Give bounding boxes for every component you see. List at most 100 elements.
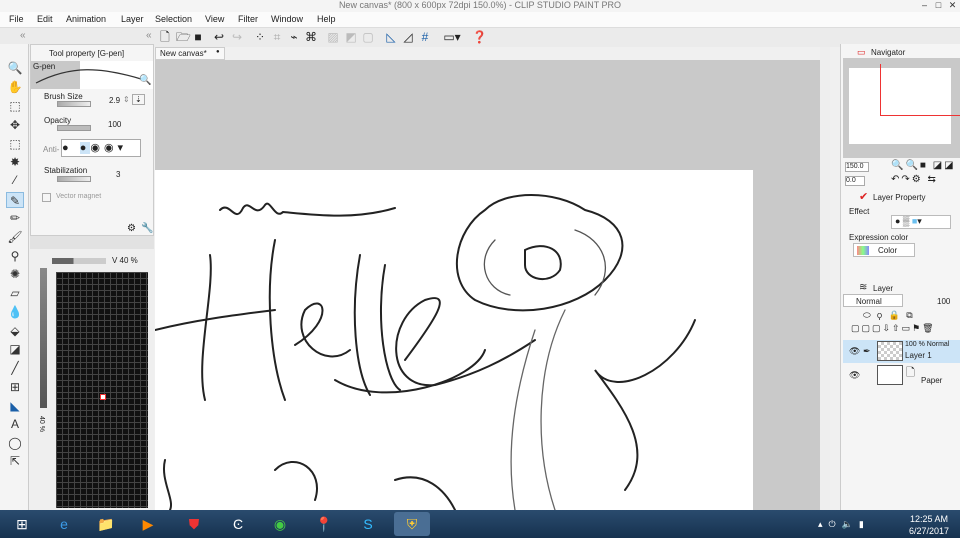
airbrush-icon[interactable]: ⚲ xyxy=(6,248,24,264)
value-slider[interactable] xyxy=(52,258,106,264)
pen-tool-icon[interactable]: ✎ xyxy=(6,192,24,208)
disabled-tool-icon-2[interactable]: ◩ xyxy=(344,30,358,44)
tab-navigator[interactable]: Navigator xyxy=(871,48,905,57)
clock-date[interactable]: 6/27/2017 xyxy=(904,526,954,536)
menu-help[interactable]: Help xyxy=(317,14,336,24)
disabled-tool-icon-3[interactable]: ▢ xyxy=(361,30,375,44)
frame-icon[interactable]: ⊞ xyxy=(6,379,24,395)
stabilization-value[interactable]: 3 xyxy=(116,170,120,179)
save-icon[interactable]: ■ xyxy=(191,30,205,44)
open-file-icon[interactable]: 🗁 xyxy=(176,30,191,44)
vector-magnet-checkbox[interactable] xyxy=(42,193,51,202)
ruler-snap-icon[interactable]: ◺ xyxy=(384,30,398,44)
menu-edit[interactable]: Edit xyxy=(37,14,53,24)
zoom-field[interactable]: 150.0 xyxy=(845,162,869,172)
internet-explorer-icon[interactable]: e xyxy=(46,512,82,536)
help-icon[interactable]: ❓ xyxy=(472,30,487,44)
layer-opacity-value[interactable]: 100 xyxy=(937,297,950,306)
collapse-panel-icon[interactable]: « xyxy=(146,30,152,41)
vertical-scrollbar[interactable] xyxy=(820,47,830,510)
brush-size-slider[interactable] xyxy=(57,101,91,107)
rotation-field[interactable]: 0.0 xyxy=(845,176,865,186)
decoration-icon[interactable]: ✺ xyxy=(6,266,24,282)
viewport-frame[interactable] xyxy=(880,64,960,116)
menu-selection[interactable]: Selection xyxy=(155,14,192,24)
anti-aliasing-selector[interactable]: ● ●◉◉▾ xyxy=(61,139,141,157)
maximize-button[interactable]: □ xyxy=(932,0,945,11)
selection-tool-icon[interactable]: ⬚ xyxy=(6,136,24,152)
skype-icon[interactable]: S xyxy=(350,512,386,536)
text-tool-icon[interactable]: A xyxy=(6,416,24,432)
color-grid[interactable] xyxy=(56,272,148,508)
menu-animation[interactable]: Animation xyxy=(66,14,106,24)
start-button[interactable]: ⊞ xyxy=(4,512,40,536)
menu-file[interactable]: File xyxy=(9,14,24,24)
disabled-tool-icon[interactable]: ▨ xyxy=(326,30,340,44)
layer-row[interactable]: 👁 🗋 Paper xyxy=(843,364,960,388)
menu-window[interactable]: Window xyxy=(271,14,303,24)
system-tray-icons[interactable]: ▴⏻🔈▮ xyxy=(818,519,870,530)
move-tool-icon[interactable]: ✥ xyxy=(6,117,24,133)
hand-tool-icon[interactable]: ✋ xyxy=(6,79,24,95)
maps-icon[interactable]: 📍 xyxy=(306,512,342,536)
drawing-canvas[interactable] xyxy=(154,170,753,511)
clock-time[interactable]: 12:25 AM xyxy=(904,514,954,524)
collapse-left-icon[interactable]: « xyxy=(20,30,26,41)
reset-icon[interactable]: ⚙ xyxy=(127,223,136,234)
view-rotate-icon[interactable]: ⬚ xyxy=(6,98,24,114)
brush-tool-icon[interactable]: 🖌 xyxy=(6,229,24,245)
layer-row[interactable]: 👁 ✒ 100 % Normal Layer 1 xyxy=(843,340,960,363)
app-icon[interactable]: ⛊ xyxy=(176,512,212,536)
crop-icon[interactable]: ⌗ xyxy=(270,30,284,44)
tab-layer[interactable]: Layer xyxy=(873,284,893,293)
stabilization-slider[interactable] xyxy=(57,176,91,182)
pencil-tool-icon[interactable]: ✏ xyxy=(6,210,24,226)
correct-line-icon[interactable]: ⇱ xyxy=(6,453,24,469)
visibility-eye-icon[interactable]: 👁 xyxy=(849,346,860,357)
side-slider[interactable] xyxy=(40,268,47,408)
gradient-icon[interactable]: ◪ xyxy=(6,341,24,357)
sub-tool-detail-icon[interactable]: 🔧 xyxy=(141,223,153,234)
settings-dropdown-icon[interactable]: ▭▾ xyxy=(440,30,464,44)
close-tab-icon[interactable]: ● xyxy=(216,49,220,55)
tab-layer-property[interactable]: Layer Property xyxy=(873,193,925,202)
opacity-slider[interactable] xyxy=(57,125,91,131)
figure-icon[interactable]: ╱ xyxy=(6,360,24,376)
undo-icon[interactable]: ↩ xyxy=(212,30,226,44)
auto-select-icon[interactable]: ✸ xyxy=(6,154,24,170)
color-cursor[interactable] xyxy=(100,394,106,400)
transform-icon[interactable]: ⌘ xyxy=(304,30,318,44)
menu-layer[interactable]: Layer xyxy=(121,14,144,24)
security-shield-icon[interactable]: ⛨ xyxy=(394,512,430,536)
menu-filter[interactable]: Filter xyxy=(238,14,258,24)
redo-icon[interactable]: ↪ xyxy=(230,30,244,44)
navigator-preview[interactable] xyxy=(843,58,960,158)
minimize-button[interactable]: – xyxy=(918,0,931,11)
zoom-tool-icon[interactable]: 🔍 xyxy=(6,60,24,76)
media-player-icon[interactable]: ▶ xyxy=(130,512,166,536)
search-brush-icon[interactable]: 🔍 xyxy=(139,75,151,86)
layer-lock-controls[interactable]: ⬭ ⚲ 🔒 ⧉ xyxy=(863,310,915,321)
blend-icon[interactable]: 💧 xyxy=(6,304,24,320)
new-file-icon[interactable]: 🗋 xyxy=(158,30,172,44)
menu-view[interactable]: View xyxy=(205,14,224,24)
brush-size-value[interactable]: 2.9 xyxy=(109,96,120,105)
opacity-value[interactable]: 100 xyxy=(108,120,121,129)
navigator-zoom-controls[interactable]: 🔍🔍■ ◪◪ xyxy=(891,160,956,171)
visibility-eye-icon[interactable]: 👁 xyxy=(849,370,860,381)
effect-selector[interactable]: ● ▒ ■▾ xyxy=(891,215,951,229)
chrome-icon[interactable]: ◉ xyxy=(262,512,298,536)
expression-color-dropdown[interactable]: Color xyxy=(853,243,915,257)
balloon-icon[interactable]: ◯ xyxy=(6,435,24,451)
fill-tool-icon[interactable]: ⬙ xyxy=(6,323,24,339)
brush-size-stepper-icon[interactable]: ⇕ xyxy=(123,95,130,104)
color-tabs[interactable] xyxy=(30,236,154,249)
special-ruler-icon[interactable]: ◿ xyxy=(401,30,415,44)
clip-studio-icon[interactable]: Ͼ xyxy=(220,512,256,536)
clear-selection-icon[interactable]: ⁘ xyxy=(253,30,267,44)
layer-action-controls[interactable]: ▢▢▢⇩⇧▭⚑🗑 xyxy=(851,323,936,334)
close-button[interactable]: ✕ xyxy=(946,0,959,11)
file-explorer-icon[interactable]: 📁 xyxy=(88,512,124,536)
pressure-icon[interactable]: ⇣ xyxy=(132,94,145,105)
ruler-icon[interactable]: ◣ xyxy=(6,398,24,414)
